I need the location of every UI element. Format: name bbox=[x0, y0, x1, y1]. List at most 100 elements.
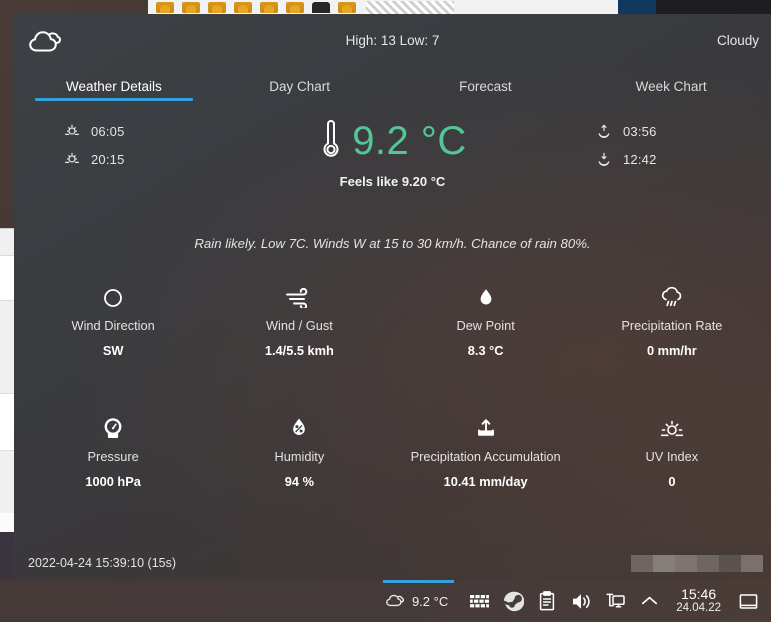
moon-times: 03:56 12:42 bbox=[556, 116, 771, 169]
cloud-icon bbox=[385, 593, 405, 610]
status-timestamp: 2022-04-24 15:39:10 (15s) bbox=[28, 556, 177, 570]
tab-week-chart[interactable]: Week Chart bbox=[578, 66, 764, 106]
sunrise-icon bbox=[64, 122, 80, 141]
moonrise-icon bbox=[596, 122, 612, 141]
bookmark-favicon bbox=[286, 2, 304, 13]
weather-window: High: 13 Low: 7 Cloudy Weather Details D… bbox=[14, 14, 771, 580]
sunrise-row: 06:05 bbox=[64, 122, 229, 141]
show-desktop-icon[interactable] bbox=[731, 580, 765, 622]
sunset-row: 20:15 bbox=[64, 150, 229, 169]
volume-icon[interactable] bbox=[564, 580, 598, 622]
tab-bar: Weather Details Day Chart Forecast Week … bbox=[14, 66, 771, 106]
clipboard-icon[interactable] bbox=[530, 580, 564, 622]
detail-pressure: Pressure 1000 hPa bbox=[20, 410, 206, 541]
detail-value: 0 bbox=[668, 473, 676, 489]
detail-value: 1.4/5.5 kmh bbox=[264, 343, 334, 358]
detail-value: 94 % bbox=[284, 473, 314, 489]
background-left-window-footer bbox=[0, 532, 14, 578]
status-block bbox=[653, 554, 675, 572]
tab-day-chart[interactable]: Day Chart bbox=[207, 66, 393, 106]
bookmark-favicon bbox=[312, 2, 330, 13]
wind-direction-icon bbox=[101, 285, 125, 311]
cloud-icon bbox=[22, 27, 66, 53]
detail-label: Dew Point bbox=[456, 318, 515, 333]
status-block bbox=[675, 554, 697, 572]
background-left-window[interactable] bbox=[0, 228, 14, 578]
wind-icon bbox=[285, 285, 313, 311]
detail-value: 1000 hPa bbox=[85, 473, 141, 489]
keyboard-icon[interactable] bbox=[462, 580, 496, 622]
window-band bbox=[0, 451, 14, 513]
window-band bbox=[0, 301, 14, 393]
detail-label: Precipitation Accumulation bbox=[410, 448, 561, 464]
precipitation-accumulation-icon bbox=[473, 416, 499, 442]
detail-dew-point: Dew Point 8.3 °C bbox=[393, 279, 579, 410]
chevron-up-icon[interactable] bbox=[632, 580, 666, 622]
dew-point-icon bbox=[477, 285, 495, 311]
humidity-icon bbox=[289, 416, 309, 442]
sunrise-time: 06:05 bbox=[91, 124, 125, 139]
pressure-icon bbox=[102, 416, 124, 442]
steam-icon[interactable] bbox=[496, 580, 530, 622]
detail-label: Pressure bbox=[87, 448, 139, 464]
bookmark-favicon bbox=[208, 2, 226, 13]
status-bar: 2022-04-24 15:39:10 (15s) bbox=[14, 546, 771, 580]
forecast-summary: Rain likely. Low 7C. Winds W at 15 to 30… bbox=[194, 236, 591, 251]
weather-header: High: 13 Low: 7 Cloudy bbox=[14, 14, 771, 66]
clock-date: 24.04.22 bbox=[676, 602, 721, 615]
detail-value: 8.3 °C bbox=[467, 343, 504, 358]
bookmark-favicon bbox=[182, 2, 200, 13]
status-block bbox=[631, 554, 653, 572]
window-band bbox=[0, 394, 14, 450]
status-block bbox=[719, 554, 741, 572]
thermometer-icon bbox=[318, 116, 344, 165]
detail-label: UV Index bbox=[645, 448, 699, 464]
detail-uv-index: UV Index 0 bbox=[579, 410, 765, 541]
moonset-row: 12:42 bbox=[596, 150, 771, 169]
window-band bbox=[0, 229, 14, 255]
current-conditions: 06:05 20:15 9.2 °C Feels like 9.20 °C 03… bbox=[14, 106, 771, 198]
detail-precipitation-rate: Precipitation Rate 0 mm/hr bbox=[579, 279, 765, 410]
moonrise-row: 03:56 bbox=[596, 122, 771, 141]
current-temperature: 9.2 °C bbox=[352, 118, 467, 163]
detail-wind-gust: Wind / Gust 1.4/5.5 kmh bbox=[206, 279, 392, 410]
background-browser-window[interactable] bbox=[148, 0, 618, 15]
temperature-block: 9.2 °C Feels like 9.20 °C bbox=[229, 116, 556, 189]
tab-label: Day Chart bbox=[269, 78, 331, 94]
precipitation-rate-icon bbox=[659, 285, 685, 311]
sun-times: 06:05 20:15 bbox=[14, 116, 229, 169]
bookmark-favicon bbox=[260, 2, 278, 13]
tab-weather-details[interactable]: Weather Details bbox=[21, 66, 207, 106]
taskbar-clock[interactable]: 15:46 24.04.22 bbox=[666, 585, 731, 616]
moonset-icon bbox=[596, 150, 612, 169]
window-band bbox=[0, 256, 14, 300]
bookmark-favicon bbox=[338, 2, 356, 13]
temperature-row: 9.2 °C bbox=[318, 116, 467, 165]
bookmark-favicon bbox=[234, 2, 252, 13]
taskbar-weather-applet[interactable]: 9.2 °C bbox=[375, 580, 462, 622]
detail-value: 0 mm/hr bbox=[646, 343, 697, 358]
moonrise-time: 03:56 bbox=[623, 124, 657, 139]
sunset-time: 20:15 bbox=[91, 152, 125, 167]
weather-condition-label: Cloudy bbox=[716, 32, 759, 48]
tab-label: Week Chart bbox=[635, 78, 707, 94]
status-block bbox=[741, 554, 763, 572]
network-icon[interactable] bbox=[598, 580, 632, 622]
detail-value: SW bbox=[102, 343, 124, 358]
high-low-temperature: High: 13 Low: 7 bbox=[345, 32, 440, 48]
tab-label: Weather Details bbox=[65, 78, 162, 94]
detail-precipitation-accumulation: Precipitation Accumulation 10.41 mm/day bbox=[393, 410, 579, 541]
clock-time: 15:46 bbox=[681, 585, 717, 602]
status-block bbox=[697, 554, 719, 572]
detail-label: Wind Direction bbox=[71, 318, 155, 333]
browser-content-sliver bbox=[366, 1, 454, 14]
background-window-accent bbox=[618, 0, 656, 14]
taskbar: 9.2 °C 15:46 24.04.22 bbox=[0, 580, 771, 622]
tab-forecast[interactable]: Forecast bbox=[393, 66, 579, 106]
feels-like-temperature: Feels like 9.20 °C bbox=[339, 174, 446, 189]
taskbar-temperature: 9.2 °C bbox=[411, 593, 449, 609]
uv-index-icon bbox=[659, 416, 685, 442]
background-window-dark bbox=[656, 0, 771, 14]
weather-details-grid: Wind Direction SW Wind / Gust 1.4/5.5 km… bbox=[14, 251, 771, 546]
sunset-icon bbox=[64, 150, 80, 169]
